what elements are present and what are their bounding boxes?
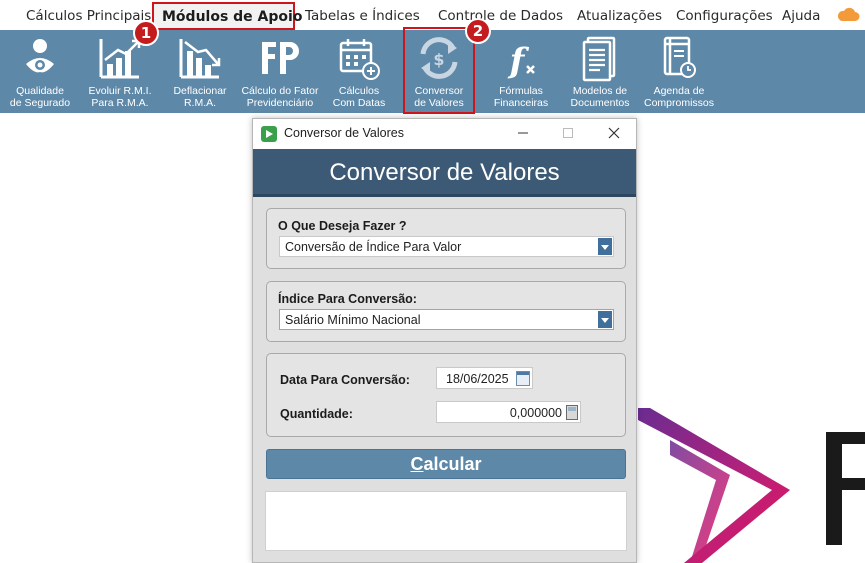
minimize-icon xyxy=(518,132,528,134)
index-group: Índice Para Conversão: Salário Mínimo Na… xyxy=(266,281,626,342)
dialog-titlebar[interactable]: Conversor de Valores xyxy=(253,119,636,149)
ribbon-label: Agenda de Compromissos xyxy=(643,85,714,109)
document-icon xyxy=(582,36,616,82)
date-label: Data Para Conversão: xyxy=(280,373,410,387)
calculator-icon[interactable] xyxy=(566,405,578,420)
dialog-header: Conversor de Valores xyxy=(253,149,636,197)
svg-text:f: f xyxy=(508,41,530,81)
index-value: Salário Mínimo Nacional xyxy=(285,313,421,327)
conversor-highlight-box xyxy=(403,27,475,114)
ribbon-label: Fórmulas Financeiras xyxy=(493,85,549,109)
date-value: 18/06/2025 xyxy=(446,372,509,386)
dialog-window-title: Conversor de Valores xyxy=(284,126,404,140)
menu-calculos-principais[interactable]: Cálculos Principais xyxy=(26,8,151,24)
what-to-do-select[interactable]: Conversão de Índice Para Valor xyxy=(279,236,614,257)
conversion-params-group: Data Para Conversão: 18/06/2025 Quantida… xyxy=(266,353,626,437)
decline-chart-icon xyxy=(179,39,221,79)
chevron-down-icon[interactable] xyxy=(598,311,612,328)
ribbon-label: Qualidade de Segurado xyxy=(9,85,71,109)
agenda-icon xyxy=(663,36,696,78)
calendar-picker-icon[interactable] xyxy=(516,371,530,386)
dialog-header-title: Conversor de Valores xyxy=(329,159,560,186)
maximize-button[interactable] xyxy=(553,123,583,145)
ribbon-label: Evoluir R.M.I. Para R.M.A. xyxy=(88,85,152,109)
ribbon-fator-previdenciario[interactable]: Cálculo do Fator Previdenciário xyxy=(238,30,322,113)
fp-icon xyxy=(262,42,299,74)
menu-modulos-de-apoio-label: Módulos de Apoio xyxy=(162,9,303,25)
app-icon xyxy=(261,126,277,142)
conversor-dialog: Conversor de Valores Conversor de Valore… xyxy=(252,118,637,563)
minimize-button[interactable] xyxy=(508,123,538,145)
calcular-button[interactable]: Calcular xyxy=(266,449,626,479)
ribbon-deflacionar-rma[interactable]: Deflacionar R.M.A. xyxy=(162,30,238,113)
quantity-field[interactable]: 0,000000 xyxy=(436,401,581,423)
quantity-value: 0,000000 xyxy=(509,406,562,420)
calcular-mnemonic: C xyxy=(410,454,424,474)
formula-icon: f xyxy=(508,41,535,81)
menu-configuracoes[interactable]: Configurações xyxy=(676,8,773,24)
ribbon-label: Cálculos Com Datas xyxy=(332,85,386,109)
menu-modulos-de-apoio[interactable]: Módulos de Apoio xyxy=(152,2,302,30)
step-badge-2: 2 xyxy=(465,18,491,44)
insured-quality-icon xyxy=(26,39,54,73)
maximize-icon xyxy=(563,128,573,138)
date-field[interactable]: 18/06/2025 xyxy=(436,367,533,389)
menu-controle-de-dados[interactable]: Controle de Dados xyxy=(438,8,563,24)
menu-atualizacoes[interactable]: Atualizações xyxy=(577,8,662,24)
brand-logo xyxy=(638,408,865,563)
step-badge-1: 1 xyxy=(133,20,159,46)
chevron-down-icon[interactable] xyxy=(598,238,612,255)
ribbon-qualidade-de-segurado[interactable]: Qualidade de Segurado xyxy=(2,30,78,113)
result-area xyxy=(265,491,627,551)
cloud-icon[interactable] xyxy=(836,6,860,22)
menu-bar: Cálculos Principais Módulos de Apoio Tab… xyxy=(0,0,865,30)
ribbon-label: Cálculo do Fator Previdenciário xyxy=(241,85,319,109)
ribbon-agenda-de-compromissos[interactable]: Agenda de Compromissos xyxy=(640,30,718,113)
close-icon xyxy=(608,127,620,139)
what-to-do-group: O Que Deseja Fazer ? Conversão de Índice… xyxy=(266,208,626,269)
menu-ajuda[interactable]: Ajuda xyxy=(782,8,820,24)
ribbon-calculos-com-datas[interactable]: Cálculos Com Datas xyxy=(324,30,394,113)
close-button[interactable] xyxy=(599,123,629,145)
quantity-label: Quantidade: xyxy=(280,407,353,421)
menu-tabelas-e-indices[interactable]: Tabelas e Índices xyxy=(305,8,420,24)
what-to-do-label: O Que Deseja Fazer ? xyxy=(278,219,407,233)
index-label: Índice Para Conversão: xyxy=(278,292,417,306)
ribbon-label: Deflacionar R.M.A. xyxy=(173,85,227,109)
ribbon-modelos-de-documentos[interactable]: Modelos de Documentos xyxy=(564,30,636,113)
ribbon-label: Modelos de Documentos xyxy=(570,85,630,109)
ribbon-formulas-financeiras[interactable]: f Fórmulas Financeiras xyxy=(486,30,556,113)
calcular-label: alcular xyxy=(423,454,482,474)
calendar-icon xyxy=(339,39,380,80)
index-select[interactable]: Salário Mínimo Nacional xyxy=(279,309,614,330)
what-to-do-value: Conversão de Índice Para Valor xyxy=(285,240,462,254)
